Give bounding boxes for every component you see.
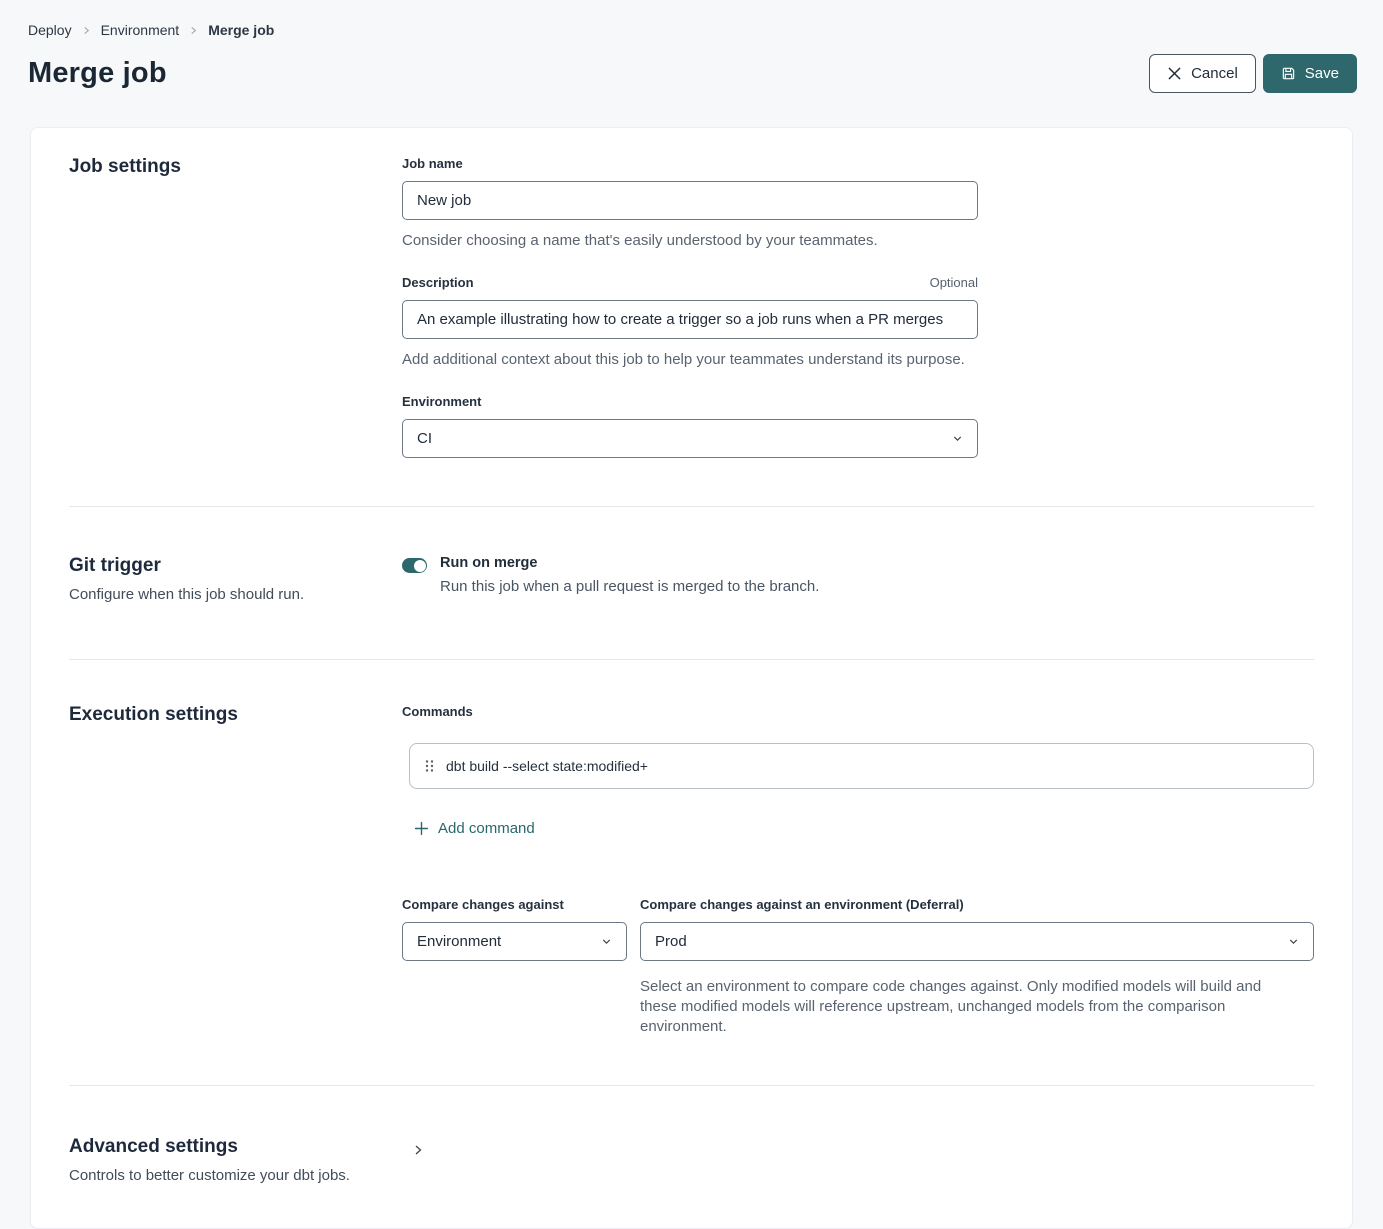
compare-changes-field: Compare changes against Environment (402, 897, 627, 1037)
job-name-helper: Consider choosing a name that's easily u… (402, 232, 978, 249)
run-on-merge-toggle[interactable] (402, 558, 427, 573)
section-advanced-settings[interactable]: Advanced settings Controls to better cus… (69, 1086, 1314, 1228)
close-icon (1167, 66, 1182, 81)
save-button-label: Save (1305, 65, 1339, 82)
breadcrumb-chevron-icon (189, 26, 198, 35)
run-on-merge-helper: Run this job when a pull request is merg… (440, 578, 819, 595)
chevron-down-icon (601, 936, 612, 947)
drag-handle-icon[interactable] (410, 759, 446, 773)
execution-settings-heading: Execution settings (69, 704, 402, 726)
run-on-merge-row: Run on merge Run this job when a pull re… (402, 555, 1314, 595)
deferral-select-value: Prod (655, 933, 687, 950)
advanced-settings-left: Advanced settings Controls to better cus… (69, 1136, 402, 1184)
execution-settings-left: Execution settings (69, 704, 402, 1037)
description-input[interactable] (402, 300, 978, 339)
commands-label: Commands (402, 704, 1314, 719)
job-name-input[interactable] (402, 181, 978, 220)
git-trigger-content: Run on merge Run this job when a pull re… (402, 555, 1314, 603)
add-command-label: Add command (438, 820, 535, 837)
compare-changes-select-value: Environment (417, 933, 501, 950)
advanced-settings-subheading: Controls to better customize your dbt jo… (69, 1167, 402, 1184)
save-button[interactable]: Save (1263, 54, 1357, 93)
description-label: Description (402, 275, 474, 290)
toggle-knob (414, 560, 426, 572)
section-execution-settings: Execution settings Commands dbt build --… (69, 660, 1314, 1085)
breadcrumb-deploy[interactable]: Deploy (28, 22, 72, 38)
header-actions: Cancel Save (1149, 54, 1357, 93)
breadcrumb-merge-job: Merge job (208, 22, 274, 38)
job-name-field: Job name Consider choosing a name that's… (402, 156, 978, 249)
breadcrumb: Deploy Environment Merge job (0, 22, 1383, 38)
job-settings-heading: Job settings (69, 156, 402, 178)
section-job-settings: Job settings Job name Consider choosing … (69, 128, 1314, 506)
git-trigger-subheading: Configure when this job should run. (69, 586, 402, 603)
job-settings-fields: Job name Consider choosing a name that's… (402, 156, 1314, 458)
advanced-settings-heading: Advanced settings (69, 1136, 402, 1158)
run-on-merge-text: Run on merge Run this job when a pull re… (440, 555, 819, 595)
deferral-field: Compare changes against an environment (… (640, 897, 1314, 1037)
description-helper: Add additional context about this job to… (402, 351, 978, 368)
advanced-settings-expander (402, 1136, 1314, 1184)
description-optional-badge: Optional (930, 275, 978, 290)
run-on-merge-label: Run on merge (440, 555, 819, 571)
execution-settings-content: Commands dbt build --select state:modifi… (402, 704, 1314, 1037)
breadcrumb-environment[interactable]: Environment (101, 22, 180, 38)
deferral-label: Compare changes against an environment (… (640, 897, 964, 912)
command-text[interactable]: dbt build --select state:modified+ (446, 758, 648, 774)
page-title: Merge job (28, 57, 167, 90)
compare-changes-select[interactable]: Environment (402, 922, 627, 961)
cancel-button[interactable]: Cancel (1149, 54, 1256, 93)
compare-changes-label: Compare changes against (402, 897, 564, 912)
plus-icon (414, 821, 429, 836)
git-trigger-left: Git trigger Configure when this job shou… (69, 555, 402, 603)
deferral-select[interactable]: Prod (640, 922, 1314, 961)
chevron-down-icon (952, 433, 963, 444)
save-icon (1281, 66, 1296, 81)
section-git-trigger: Git trigger Configure when this job shou… (69, 507, 1314, 659)
git-trigger-heading: Git trigger (69, 555, 402, 577)
job-settings-card: Job settings Job name Consider choosing … (30, 127, 1353, 1229)
chevron-right-icon[interactable] (412, 1144, 424, 1156)
breadcrumb-chevron-icon (82, 26, 91, 35)
description-field: Description Optional Add additional cont… (402, 275, 978, 368)
compare-settings: Compare changes against Environment Comp… (402, 897, 1314, 1037)
environment-field: Environment CI (402, 394, 978, 458)
environment-select[interactable]: CI (402, 419, 978, 458)
page-header: Merge job Cancel Save (0, 54, 1383, 93)
add-command-button[interactable]: Add command (414, 820, 535, 837)
command-row[interactable]: dbt build --select state:modified+ (409, 743, 1314, 789)
environment-label: Environment (402, 394, 481, 409)
environment-select-value: CI (417, 430, 432, 447)
job-name-label: Job name (402, 156, 463, 171)
job-settings-left: Job settings (69, 156, 402, 458)
deferral-helper: Select an environment to compare code ch… (640, 977, 1300, 1037)
merge-job-page: Deploy Environment Merge job Merge job C… (0, 0, 1383, 1229)
chevron-down-icon (1288, 936, 1299, 947)
cancel-button-label: Cancel (1191, 65, 1238, 82)
